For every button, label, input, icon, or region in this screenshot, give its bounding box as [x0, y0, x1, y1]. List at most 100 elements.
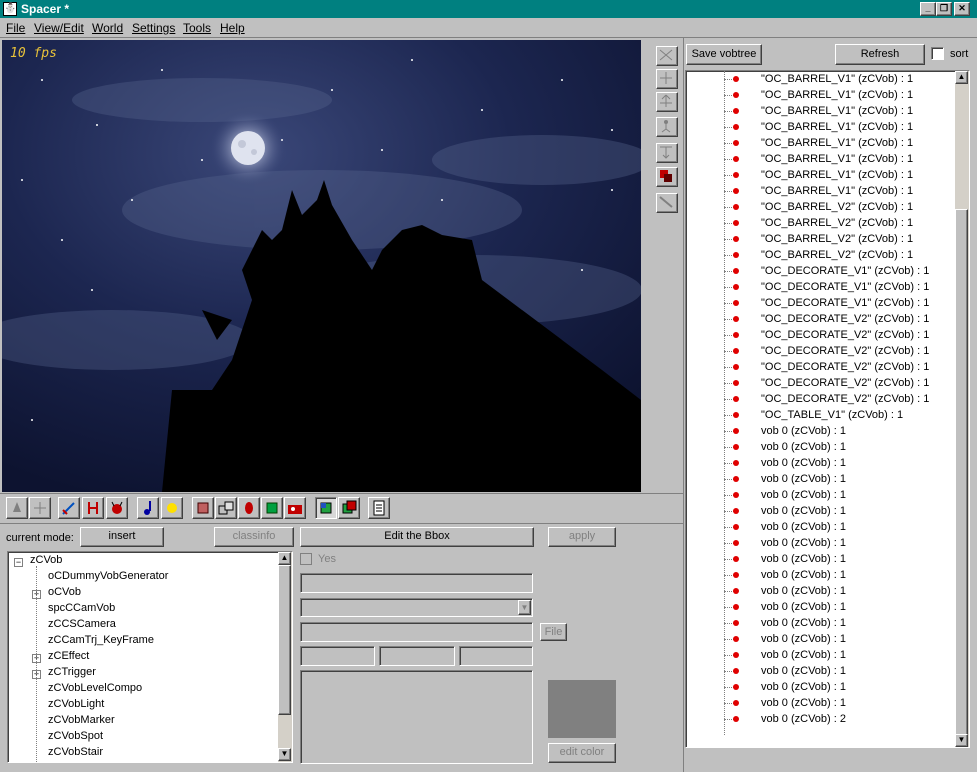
- menu-help[interactable]: Help: [220, 21, 245, 35]
- class-tree-scrollbar[interactable]: ▲ ▼: [278, 552, 292, 762]
- align-icon[interactable]: [656, 143, 678, 163]
- yes-checkbox[interactable]: [300, 553, 312, 565]
- vob-tree-item[interactable]: vob 0 (zCVob) : 1: [761, 519, 846, 535]
- vob-tree-item[interactable]: vob 0 (zCVob) : 1: [761, 679, 846, 695]
- class-tree-item[interactable]: oCDummyVobGenerator: [48, 570, 168, 582]
- edit-color-button[interactable]: edit color: [548, 743, 616, 763]
- box-icon[interactable]: [192, 497, 214, 519]
- chevron-down-icon[interactable]: ▼: [518, 600, 531, 615]
- property-text-field[interactable]: [300, 573, 533, 593]
- light-icon[interactable]: [161, 497, 183, 519]
- class-tree-item[interactable]: zCVobLight: [48, 698, 104, 710]
- property-dropdown[interactable]: ▼: [300, 598, 533, 617]
- class-tree-item[interactable]: zCVobStair: [48, 746, 103, 758]
- vob-tree-item[interactable]: "OC_DECORATE_V2" (zCVob) : 1: [761, 311, 929, 327]
- vob-tree-item[interactable]: vob 0 (zCVob) : 1: [761, 647, 846, 663]
- notepad-icon[interactable]: [368, 497, 390, 519]
- fullscreen-icon[interactable]: [656, 46, 678, 66]
- vob-tree-item[interactable]: "OC_DECORATE_V2" (zCVob) : 1: [761, 343, 929, 359]
- vob-tree-item[interactable]: vob 0 (zCVob) : 1: [761, 503, 846, 519]
- vob-tree-item[interactable]: vob 0 (zCVob) : 1: [761, 439, 846, 455]
- vob-tree-item[interactable]: "OC_BARREL_V1" (zCVob) : 1: [761, 135, 913, 151]
- vob-tree-item[interactable]: "OC_TABLE_V1" (zCVob) : 1: [761, 407, 903, 423]
- vob-tree-item[interactable]: vob 0 (zCVob) : 1: [761, 567, 846, 583]
- vob-tree-item[interactable]: "OC_BARREL_V2" (zCVob) : 1: [761, 231, 913, 247]
- class-tree-item[interactable]: oCVob: [48, 586, 81, 598]
- vob-tree-item[interactable]: "OC_DECORATE_V2" (zCVob) : 1: [761, 327, 929, 343]
- vob-tree-item[interactable]: vob 0 (zCVob) : 1: [761, 471, 846, 487]
- boxes-icon[interactable]: [215, 497, 237, 519]
- menu-view-edit[interactable]: View/Edit: [34, 21, 84, 35]
- vector-y-field[interactable]: [379, 646, 455, 666]
- menu-file[interactable]: File: [6, 21, 25, 35]
- classinfo-button[interactable]: classinfo: [214, 527, 294, 547]
- edit-bbox-button[interactable]: Edit the Bbox: [300, 527, 534, 547]
- vob-tree-item[interactable]: vob 0 (zCVob) : 1: [761, 615, 846, 631]
- cube-icon[interactable]: [261, 497, 283, 519]
- class-tree[interactable]: − zCVob oCDummyVobGenerator + oCVob spcCCamVo…: [7, 551, 293, 763]
- vob-tree-item[interactable]: vob 0 (zCVob) : 1: [761, 599, 846, 615]
- vob-scroll-thumb[interactable]: [955, 209, 968, 737]
- 3d-viewport[interactable]: 10 fps: [2, 40, 641, 492]
- class-tree-item[interactable]: zCEffect: [48, 650, 89, 662]
- chair-icon[interactable]: [82, 497, 104, 519]
- class-tree-item[interactable]: zCVobSpot: [48, 730, 103, 742]
- refresh-button[interactable]: Refresh: [835, 44, 925, 65]
- vob-tree-item[interactable]: "OC_DECORATE_V2" (zCVob) : 1: [761, 359, 929, 375]
- bbox-icon[interactable]: [656, 167, 678, 187]
- vob-tree-item[interactable]: vob 0 (zCVob) : 1: [761, 423, 846, 439]
- vob-tree-item[interactable]: "OC_DECORATE_V1" (zCVob) : 1: [761, 295, 929, 311]
- vob-tree-item[interactable]: vob 0 (zCVob) : 1: [761, 455, 846, 471]
- colored-cube-icon[interactable]: [315, 497, 337, 519]
- class-tree-item[interactable]: spcCCamVob: [48, 602, 115, 614]
- measure-icon[interactable]: [656, 193, 678, 213]
- vob-tree-item[interactable]: "OC_BARREL_V1" (zCVob) : 1: [761, 183, 913, 199]
- close-button[interactable]: ✕: [954, 2, 970, 16]
- vob-tree-item[interactable]: "OC_BARREL_V1" (zCVob) : 1: [761, 119, 913, 135]
- vob-tree-item[interactable]: "OC_DECORATE_V1" (zCVob) : 1: [761, 279, 929, 295]
- file-path-field[interactable]: [300, 622, 533, 642]
- multi-cube-icon[interactable]: [338, 497, 360, 519]
- class-tree-item[interactable]: zCVobMarker: [48, 714, 115, 726]
- vob-tree-item[interactable]: vob 0 (zCVob) : 1: [761, 551, 846, 567]
- class-tree-item[interactable]: zCCamTrj_KeyFrame: [48, 634, 154, 646]
- vob-tree-item[interactable]: "OC_BARREL_V2" (zCVob) : 1: [761, 215, 913, 231]
- move-tree-icon[interactable]: [656, 92, 678, 112]
- save-vobtree-button[interactable]: Save vobtree: [686, 44, 762, 65]
- restore-button[interactable]: ❐: [936, 2, 952, 16]
- monster-icon[interactable]: [106, 497, 128, 519]
- class-tree-item[interactable]: zCCSCamera: [48, 618, 116, 630]
- bell-icon[interactable]: [6, 497, 28, 519]
- vob-tree-item[interactable]: "OC_DECORATE_V1" (zCVob) : 1: [761, 263, 929, 279]
- class-tree-item[interactable]: zCVob: [30, 554, 62, 566]
- vob-tree-scrollbar[interactable]: ▲ ▼: [955, 71, 969, 747]
- scroll-thumb[interactable]: [278, 565, 291, 715]
- sword-icon[interactable]: [58, 497, 80, 519]
- class-tree-item[interactable]: zCVobLevelCompo: [48, 682, 142, 694]
- vob-tree-item[interactable]: vob 0 (zCVob) : 2: [761, 711, 846, 727]
- move-icon[interactable]: [656, 69, 678, 89]
- scroll-up-icon[interactable]: ▲: [278, 552, 291, 565]
- property-memo-field[interactable]: [300, 670, 533, 764]
- minimize-button[interactable]: _: [920, 2, 936, 16]
- scroll-down-icon[interactable]: ▼: [278, 748, 291, 761]
- class-tree-item[interactable]: zCTrigger: [48, 666, 96, 678]
- vob-tree-item[interactable]: vob 0 (zCVob) : 1: [761, 631, 846, 647]
- vob-tree-item[interactable]: vob 0 (zCVob) : 1: [761, 583, 846, 599]
- tree-expander-icon[interactable]: −: [14, 558, 23, 567]
- vob-scroll-down-icon[interactable]: ▼: [955, 734, 968, 747]
- vob-tree-item[interactable]: "OC_BARREL_V1" (zCVob) : 1: [761, 151, 913, 167]
- file-button[interactable]: File: [540, 623, 567, 641]
- menu-world[interactable]: World: [92, 21, 123, 35]
- vob-tree-item[interactable]: vob 0 (zCVob) : 1: [761, 535, 846, 551]
- vob-tree-item[interactable]: "OC_BARREL_V2" (zCVob) : 1: [761, 199, 913, 215]
- menu-settings[interactable]: Settings: [132, 21, 175, 35]
- vob-tree-item[interactable]: "OC_BARREL_V1" (zCVob) : 1: [761, 87, 913, 103]
- apply-button[interactable]: apply: [548, 527, 616, 547]
- vob-tree-item[interactable]: "OC_BARREL_V1" (zCVob) : 1: [761, 167, 913, 183]
- vector-z-field[interactable]: [459, 646, 533, 666]
- vob-tree-item[interactable]: "OC_BARREL_V1" (zCVob) : 1: [761, 103, 913, 119]
- vob-tree-item[interactable]: "OC_BARREL_V2" (zCVob) : 1: [761, 247, 913, 263]
- vob-tree-item[interactable]: vob 0 (zCVob) : 1: [761, 695, 846, 711]
- camera-icon[interactable]: [284, 497, 306, 519]
